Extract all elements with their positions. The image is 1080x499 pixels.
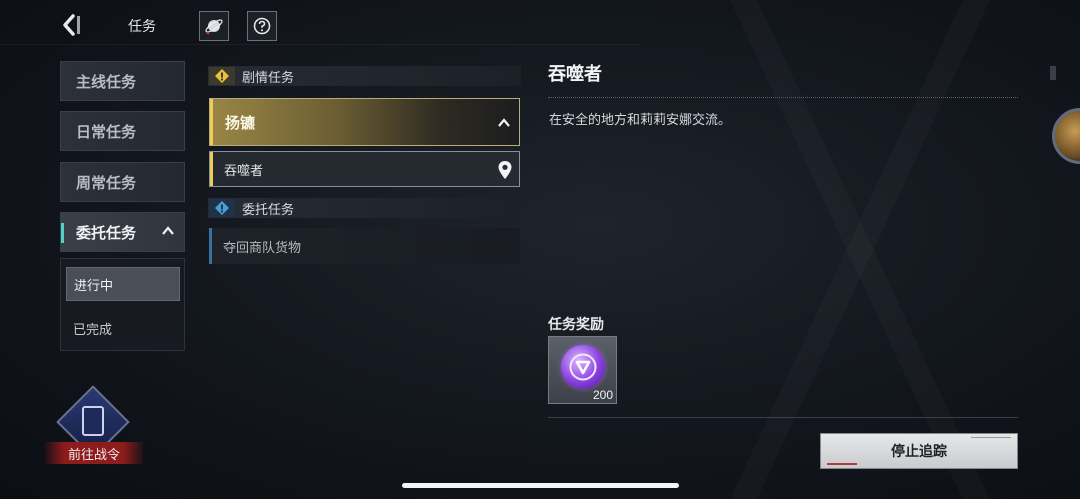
currency-coin-icon	[561, 345, 605, 389]
quest-detail-title: 吞噬者	[548, 64, 602, 85]
home-indicator[interactable]	[402, 483, 679, 488]
category-label: 主线任务	[76, 72, 137, 91]
stop-tracking-label: 停止追踪	[891, 444, 947, 460]
character-avatar[interactable]	[1052, 108, 1080, 164]
group-label: 委托任务	[242, 202, 295, 218]
category-commission-quest[interactable]: 委托任务	[60, 212, 185, 252]
quest-detail-description: 在安全的地方和莉莉安娜交流。	[549, 113, 732, 128]
chevron-up-icon	[162, 226, 174, 235]
planet-icon	[205, 19, 223, 35]
top-bar: 任务	[0, 0, 1080, 48]
sub-filter-panel: 进行中 已完成	[60, 258, 185, 351]
quest-chapter-selected[interactable]: 扬镳	[209, 98, 520, 146]
back-chevron-icon	[63, 14, 80, 36]
category-main-quest[interactable]: 主线任务	[60, 61, 185, 101]
reward-divider	[548, 417, 1018, 418]
story-quest-icon	[208, 66, 236, 86]
filter-label: 进行中	[74, 278, 114, 294]
stop-tracking-button[interactable]: 停止追踪	[820, 433, 1018, 469]
chevron-up-icon	[498, 118, 510, 127]
planet-button[interactable]	[199, 11, 229, 41]
battle-pass-card-icon	[82, 406, 104, 436]
group-label: 剧情任务	[242, 70, 295, 86]
chapter-label: 扬镳	[225, 113, 256, 132]
page-title: 任务	[128, 19, 156, 35]
category-label: 委托任务	[76, 223, 137, 242]
quest-label: 夺回商队货物	[223, 240, 302, 256]
category-weekly-quest[interactable]: 周常任务	[60, 162, 185, 202]
quest-item-commission[interactable]: 夺回商队货物	[209, 228, 520, 264]
quest-item-selected[interactable]: 吞噬者	[209, 151, 520, 187]
help-button[interactable]	[247, 11, 277, 41]
background-decoration	[640, 0, 1080, 499]
button-decoration	[971, 437, 1011, 438]
detail-divider	[548, 97, 1018, 98]
help-icon	[253, 17, 271, 35]
reward-quantity: 200	[592, 388, 613, 402]
commission-quest-icon	[208, 198, 236, 218]
group-header-story: 剧情任务	[208, 66, 521, 86]
filter-completed[interactable]: 已完成	[66, 311, 180, 345]
button-decoration	[827, 463, 857, 465]
reward-heading: 任务奖励	[548, 317, 604, 333]
back-button[interactable]	[58, 11, 84, 39]
reward-item[interactable]: 200	[548, 336, 617, 404]
category-label: 周常任务	[76, 173, 137, 192]
filter-in-progress[interactable]: 进行中	[66, 267, 180, 301]
group-header-commission: 委托任务	[208, 198, 521, 218]
battle-pass-button[interactable]: 前往战令	[45, 385, 143, 466]
battle-pass-label: 前往战令	[45, 442, 143, 464]
category-daily-quest[interactable]: 日常任务	[60, 111, 185, 151]
category-label: 日常任务	[76, 122, 137, 141]
filter-label: 已完成	[73, 322, 113, 338]
quest-label: 吞噬者	[224, 163, 264, 179]
map-pin-icon[interactable]	[497, 160, 513, 180]
side-scroll-indicator	[1050, 66, 1056, 80]
